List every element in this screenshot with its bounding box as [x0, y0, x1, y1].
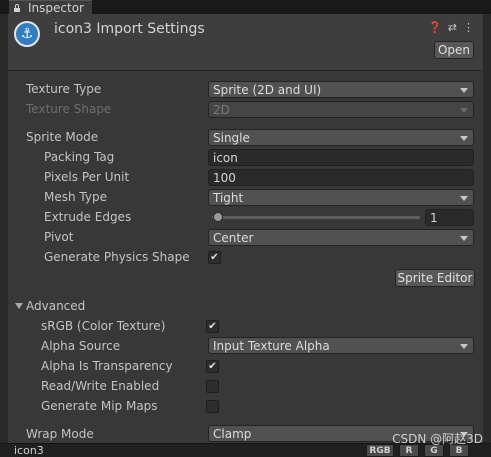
tab-bar: Inspector [0, 0, 491, 15]
sprite-mode-dropdown[interactable]: Single [208, 129, 474, 146]
alpha-source-label: Alpha Source [41, 339, 121, 353]
help-icon[interactable]: ❓ [428, 21, 442, 34]
slider-handle[interactable] [213, 212, 224, 222]
tab-inspector[interactable]: Inspector [9, 0, 92, 15]
chevron-down-icon [460, 88, 468, 93]
chevron-down-icon [460, 108, 468, 113]
channel-rgb-button[interactable]: RGB [366, 444, 394, 457]
pivot-dropdown[interactable]: Center [208, 229, 474, 246]
preset-icon[interactable]: ⇄ [448, 21, 457, 34]
checkmark-icon: ✔ [208, 361, 217, 372]
read-write-label: Read/Write Enabled [41, 379, 160, 393]
extrude-edges-input[interactable]: 1 [425, 209, 474, 226]
page-title: icon3 Import Settings [54, 21, 205, 37]
import-settings-panel: Texture Type Sprite (2D and UI) Texture … [8, 71, 482, 456]
alpha-is-transparency-checkbox[interactable]: ✔ [206, 360, 219, 373]
alpha-source-dropdown[interactable]: Input Texture Alpha [208, 337, 474, 354]
mip-maps-label: Generate Mip Maps [41, 399, 158, 413]
pivot-label: Pivot [44, 230, 74, 244]
checkmark-icon: ✔ [210, 252, 219, 263]
foldout-arrow-icon[interactable] [15, 303, 23, 309]
mesh-type-dropdown[interactable]: Tight [208, 189, 474, 206]
anchor-icon: ⚓ [14, 21, 40, 47]
sprite-mode-label: Sprite Mode [26, 130, 99, 144]
alpha-source-value: Input Texture Alpha [213, 338, 330, 353]
inspector-header: ⚓ icon3 Import Settings ❓ ⇄ ⋮ Open [8, 14, 482, 71]
wrap-mode-label: Wrap Mode [26, 427, 94, 441]
checkmark-icon: ✔ [208, 321, 217, 332]
texture-shape-label: Texture Shape [26, 102, 112, 116]
preview-asset-name: icon3 [14, 444, 44, 457]
texture-shape-dropdown: 2D [208, 101, 474, 118]
texture-type-value: Sprite (2D and UI) [213, 82, 322, 97]
sprite-editor-button[interactable]: Sprite Editor [395, 269, 475, 287]
pixels-per-unit-input[interactable]: 100 [208, 169, 474, 186]
mesh-type-value: Tight [213, 190, 244, 205]
scrollbar[interactable] [483, 14, 491, 456]
mip-maps-checkbox[interactable] [206, 400, 219, 413]
texture-type-label: Texture Type [26, 82, 102, 96]
chevron-down-icon [460, 136, 468, 141]
pivot-value: Center [213, 230, 254, 245]
open-button[interactable]: Open [434, 41, 474, 59]
srgb-label: sRGB (Color Texture) [41, 319, 166, 333]
watermark: CSDN @阿赵3D [392, 432, 483, 446]
generate-physics-shape-checkbox[interactable]: ✔ [208, 251, 221, 264]
left-panel-edge [0, 14, 8, 456]
packing-tag-input[interactable]: icon [208, 149, 474, 166]
mesh-type-label: Mesh Type [44, 190, 107, 204]
texture-type-dropdown[interactable]: Sprite (2D and UI) [208, 81, 474, 98]
chevron-down-icon [460, 344, 468, 349]
lock-icon [13, 3, 21, 12]
pixels-per-unit-label: Pixels Per Unit [44, 170, 130, 184]
kebab-menu-icon[interactable]: ⋮ [463, 21, 474, 34]
chevron-down-icon [460, 236, 468, 241]
generate-physics-shape-label: Generate Physics Shape [44, 250, 190, 264]
texture-shape-value: 2D [213, 102, 230, 117]
sprite-mode-value: Single [213, 130, 250, 145]
packing-tag-label: Packing Tag [44, 150, 115, 164]
alpha-is-transparency-label: Alpha Is Transparency [41, 359, 173, 373]
chevron-down-icon [460, 196, 468, 201]
tab-label: Inspector [28, 0, 84, 15]
read-write-checkbox[interactable] [206, 380, 219, 393]
advanced-foldout[interactable]: Advanced [26, 299, 85, 313]
header-icons: ❓ ⇄ ⋮ [428, 21, 474, 34]
extrude-edges-slider[interactable] [212, 216, 420, 219]
extrude-edges-label: Extrude Edges [44, 210, 132, 224]
srgb-checkbox[interactable]: ✔ [206, 320, 219, 333]
wrap-mode-value: Clamp [213, 426, 252, 441]
